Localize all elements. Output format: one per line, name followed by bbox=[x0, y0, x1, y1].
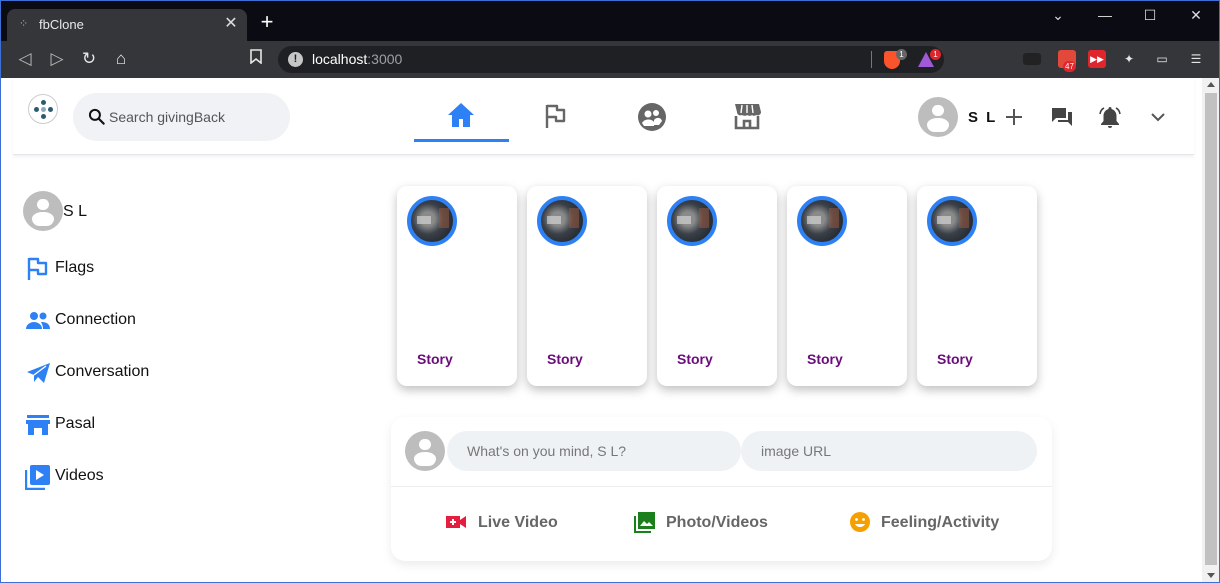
story-card[interactable]: Story bbox=[527, 186, 647, 386]
send-icon bbox=[27, 363, 50, 383]
tab-flag[interactable] bbox=[509, 90, 604, 140]
extensions-puzzle-icon[interactable]: ✦ bbox=[1120, 50, 1138, 68]
browser-toolbar: ◁ ▷ ↻ ⌂ ! localhost:3000 1 1 47 ▶▶ ✦ ▭ ☰ bbox=[1, 41, 1219, 78]
search-box[interactable] bbox=[73, 93, 290, 141]
tab-strip: ⁘ fbClone ✕ + ⌄ — ☐ ✕ bbox=[1, 1, 1219, 41]
close-window-button[interactable]: ✕ bbox=[1181, 7, 1211, 24]
flag-icon bbox=[545, 104, 566, 128]
story-avatar bbox=[537, 196, 587, 246]
tab-home[interactable] bbox=[414, 90, 509, 142]
url-divider bbox=[871, 51, 872, 68]
wallet-icon[interactable]: ▭ bbox=[1153, 50, 1171, 68]
browser-window: ⁘ fbClone ✕ + ⌄ — ☐ ✕ ◁ ▷ ↻ ⌂ ! localhos… bbox=[0, 0, 1220, 583]
header-username[interactable]: S L bbox=[968, 109, 997, 126]
story-card[interactable]: Story bbox=[787, 186, 907, 386]
search-icon bbox=[88, 108, 105, 125]
close-tab-icon[interactable]: ✕ bbox=[221, 14, 241, 34]
page-scrollbar[interactable] bbox=[1202, 78, 1219, 582]
story-label: Story bbox=[807, 351, 843, 367]
keyboard-icon[interactable] bbox=[1023, 53, 1041, 65]
image-url-input[interactable] bbox=[741, 431, 1037, 471]
story-avatar bbox=[667, 196, 717, 246]
video-library-icon bbox=[25, 465, 50, 490]
back-icon[interactable]: ◁ bbox=[13, 48, 37, 70]
app-header: S L bbox=[13, 78, 1194, 155]
story-label: Story bbox=[417, 351, 453, 367]
menu-icon[interactable]: ☰ bbox=[1187, 50, 1205, 68]
add-icon[interactable] bbox=[1002, 105, 1026, 129]
flag-icon bbox=[27, 257, 48, 280]
photo-library-icon bbox=[634, 512, 655, 533]
youtube-extension-icon[interactable]: ▶▶ bbox=[1088, 50, 1106, 68]
videocam-icon bbox=[446, 516, 466, 528]
bookmark-icon[interactable] bbox=[244, 48, 268, 70]
forward-icon[interactable]: ▷ bbox=[45, 48, 69, 70]
url-text: localhost:3000 bbox=[312, 51, 403, 67]
emoji-icon bbox=[850, 512, 870, 532]
search-input[interactable] bbox=[109, 107, 279, 127]
avatar bbox=[23, 191, 63, 231]
extension-badge: 47 bbox=[1063, 61, 1076, 72]
post-composer: Live Video Photo/Videos Feeling/Activity bbox=[391, 417, 1052, 561]
story-avatar bbox=[927, 196, 977, 246]
favicon-icon: ⁘ bbox=[19, 18, 29, 30]
home-icon[interactable]: ⌂ bbox=[109, 48, 133, 70]
sidebar-item-label: Conversation bbox=[55, 363, 150, 380]
message-input[interactable] bbox=[447, 431, 741, 471]
story-label: Story bbox=[677, 351, 713, 367]
scroll-thumb[interactable] bbox=[1205, 93, 1217, 565]
tab-title: fbClone bbox=[39, 17, 84, 32]
option-label: Feeling/Activity bbox=[881, 514, 1000, 531]
forum-icon[interactable] bbox=[1050, 105, 1074, 129]
people-icon bbox=[26, 312, 50, 329]
expand-more-icon[interactable] bbox=[1146, 105, 1170, 129]
sidebar-item-label: Pasal bbox=[55, 415, 96, 432]
header-avatar[interactable] bbox=[918, 97, 958, 137]
address-bar[interactable]: ! localhost:3000 1 1 bbox=[278, 46, 944, 73]
brave-shield-badge: 1 bbox=[896, 49, 907, 60]
notifications-icon[interactable] bbox=[1098, 105, 1122, 129]
rewards-badge: 1 bbox=[930, 49, 941, 60]
story-card[interactable]: Story bbox=[397, 186, 517, 386]
story-label: Story bbox=[547, 351, 583, 367]
home-icon bbox=[448, 103, 474, 127]
tab-search-icon[interactable]: ⌄ bbox=[1043, 7, 1073, 24]
composer-input-row bbox=[391, 417, 1052, 487]
tab-groups[interactable] bbox=[604, 90, 699, 140]
app-logo[interactable] bbox=[28, 94, 58, 124]
option-label: Photo/Videos bbox=[666, 514, 768, 531]
sidebar-item-label: Videos bbox=[55, 467, 104, 484]
reload-icon[interactable]: ↻ bbox=[77, 48, 101, 70]
story-label: Story bbox=[937, 351, 973, 367]
story-avatar bbox=[797, 196, 847, 246]
composer-avatar bbox=[405, 431, 445, 471]
option-label: Live Video bbox=[478, 514, 558, 531]
browser-tab[interactable]: ⁘ fbClone ✕ bbox=[7, 9, 247, 41]
story-card[interactable]: Story bbox=[657, 186, 777, 386]
groups-icon bbox=[638, 103, 666, 131]
sidebar-item-label: Connection bbox=[55, 311, 136, 328]
new-tab-button[interactable]: + bbox=[256, 11, 278, 33]
site-info-icon[interactable]: ! bbox=[288, 52, 303, 67]
sidebar-item-label: S L bbox=[63, 203, 88, 220]
maximize-button[interactable]: ☐ bbox=[1135, 7, 1165, 24]
page-content: S L S L Flags Connection Conversation Pa… bbox=[1, 78, 1202, 582]
tab-store[interactable] bbox=[699, 90, 794, 140]
minimize-button[interactable]: — bbox=[1090, 7, 1120, 23]
story-card[interactable]: Story bbox=[917, 186, 1037, 386]
store-icon bbox=[26, 415, 50, 435]
story-avatar bbox=[407, 196, 457, 246]
sidebar-item-label: Flags bbox=[55, 259, 95, 276]
scroll-down-arrow-icon[interactable] bbox=[1207, 573, 1215, 578]
store-icon bbox=[734, 104, 761, 130]
scroll-up-arrow-icon[interactable] bbox=[1207, 82, 1215, 87]
